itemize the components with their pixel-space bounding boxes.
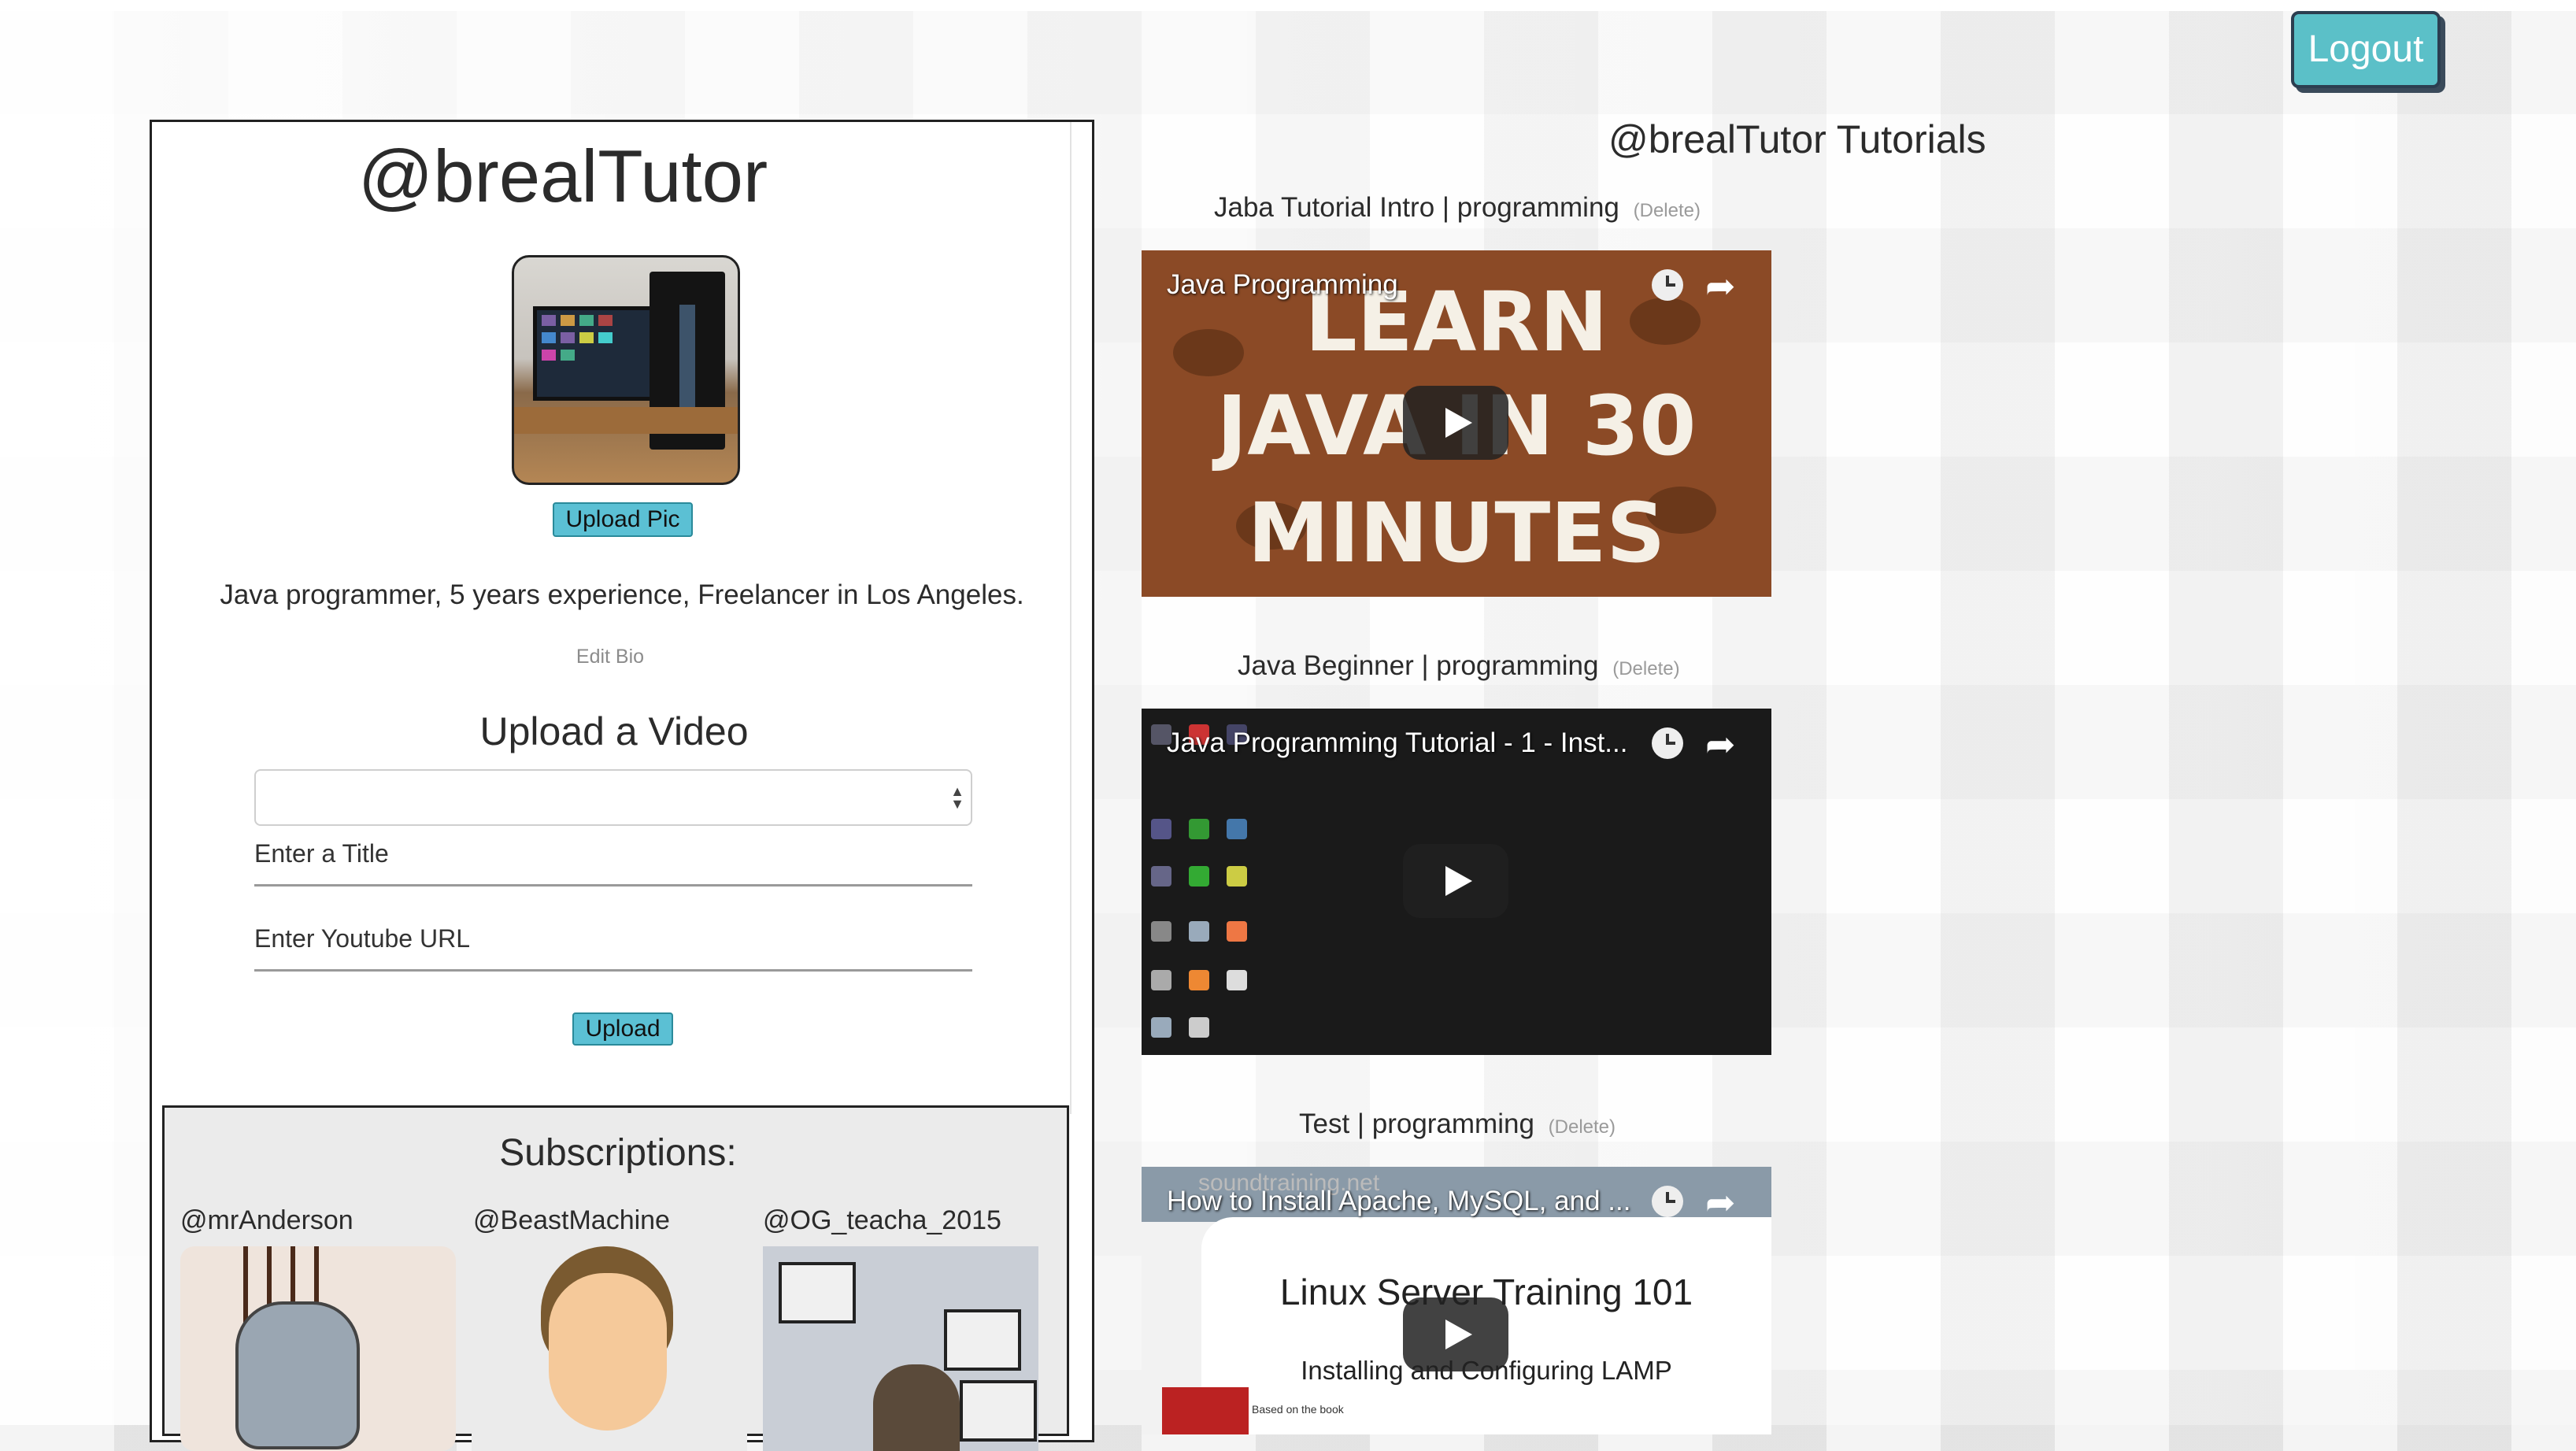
video-title: Test | programming (Delete) [1299,1109,1616,1140]
video-title-text: Test | programming [1299,1109,1534,1139]
subscription-avatar[interactable] [180,1246,456,1451]
subscription-avatar[interactable] [763,1246,1038,1451]
tutorials-heading: @brealTutor Tutorials [1608,117,1986,161]
logout-button[interactable]: Logout [2291,11,2441,88]
upload-video-heading: Upload a Video [479,709,749,753]
player-title[interactable]: How to Install Apache, MySQL, and ... [1167,1186,1630,1217]
profile-username: @brealTutor [357,135,768,217]
video-title-text: Java Beginner | programming [1238,650,1599,681]
share-icon[interactable]: ➦ [1705,1181,1736,1223]
play-icon[interactable] [1403,1297,1508,1371]
clock-icon[interactable] [1652,1186,1683,1217]
subscriptions-panel: Subscriptions: @mrAnderson @BeastMachine… [162,1105,1069,1451]
subscription-name[interactable]: @BeastMachine [473,1205,670,1236]
select-arrows-icon: ▲ ▼ [950,783,964,812]
youtube-url-placeholder: Enter Youtube URL [254,924,470,953]
delete-link[interactable]: (Delete) [1549,1116,1616,1138]
panel-divider [1070,122,1071,1114]
book-caption: Based on the book [1252,1403,1344,1416]
video-title: Jaba Tutorial Intro | programming (Delet… [1214,192,1701,224]
delete-link[interactable]: (Delete) [1612,658,1679,679]
video-player[interactable]: LEARN JAVA IN 30 MINUTES Java Programmin… [1142,250,1771,597]
play-icon[interactable] [1403,844,1508,918]
category-select[interactable]: ▲ ▼ [254,769,972,826]
title-input-placeholder: Enter a Title [254,839,389,868]
video-title-text: Jaba Tutorial Intro | programming [1214,192,1619,223]
thumb-text: MINUTES [1247,485,1666,581]
video-player[interactable]: Java Programming Tutorial - 1 - Inst... … [1142,709,1771,1055]
video-title: Java Beginner | programming (Delete) [1238,650,1680,682]
delete-link[interactable]: (Delete) [1634,200,1701,221]
book-cover [1162,1387,1249,1434]
profile-avatar [512,255,740,485]
subscription-name[interactable]: @OG_teacha_2015 [763,1205,1001,1236]
youtube-url-input[interactable]: Enter Youtube URL [254,924,972,972]
top-strip [0,0,2576,11]
share-icon[interactable]: ➦ [1705,723,1736,765]
clock-icon[interactable] [1652,727,1683,759]
subscription-name[interactable]: @mrAnderson [180,1205,353,1236]
subscriptions-heading: Subscriptions: [499,1132,737,1174]
player-title[interactable]: Java Programming [1167,269,1398,301]
avatar-monitor [533,306,664,401]
edit-bio-link[interactable]: Edit Bio [150,646,1071,668]
profile-bio: Java programmer, 5 years experience, Fre… [220,579,1024,610]
player-title[interactable]: Java Programming Tutorial - 1 - Inst... [1167,727,1627,759]
subscription-avatar[interactable] [472,1246,747,1451]
upload-button[interactable]: Upload [572,1012,673,1046]
title-input[interactable]: Enter a Title [254,839,972,887]
clock-icon[interactable] [1652,269,1683,301]
share-icon[interactable]: ➦ [1705,265,1736,307]
video-player[interactable]: soundtraining.net Linux Server Training … [1142,1167,1771,1434]
play-icon[interactable] [1403,386,1508,460]
upload-pic-button[interactable]: Upload Pic [553,502,693,537]
